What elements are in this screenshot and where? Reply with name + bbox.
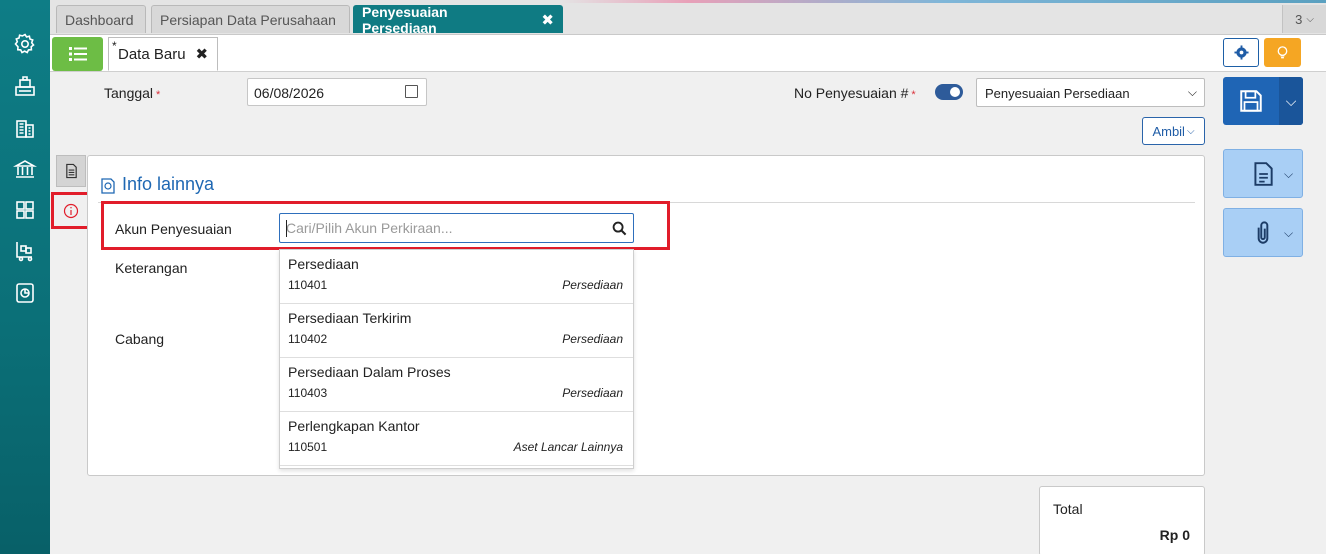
panel-title: Info lainnya	[100, 174, 214, 195]
account-category: Persediaan	[562, 332, 623, 346]
document-icon	[65, 163, 77, 179]
tab-label: Data Baru	[118, 45, 186, 63]
ambil-button[interactable]: Ambil ⌵	[1142, 117, 1205, 145]
account-category: Persediaan	[562, 386, 623, 400]
tab-count-value: 3	[1295, 11, 1303, 27]
total-box: Total Rp 0	[1039, 486, 1205, 554]
top-accent-bar	[50, 0, 1326, 3]
list-item[interactable]: Persediaan 110401 Persediaan	[280, 250, 633, 304]
calendar-icon[interactable]	[405, 85, 418, 98]
list-icon	[68, 47, 87, 61]
info-tab-highlight	[51, 192, 91, 229]
tab-label: Dashboard	[65, 11, 134, 28]
tab-count-dropdown[interactable]: 3 ⌵	[1282, 5, 1326, 33]
chevron-down-icon: ⌵	[1285, 92, 1297, 109]
list-item[interactable]: Persediaan Terkirim 110402 Persediaan	[280, 304, 633, 358]
required-marker: *	[156, 89, 161, 101]
tips-button[interactable]	[1264, 38, 1301, 67]
cashier-icon[interactable]	[11, 72, 39, 100]
tanggal-label: Tanggal *	[104, 85, 160, 101]
account-name: Persediaan Dalam Proses	[288, 364, 451, 380]
close-icon[interactable]: ✖	[196, 45, 209, 63]
document-button[interactable]: ⌵	[1223, 149, 1303, 198]
no-penyesuaian-label-text: No Penyesuaian #	[794, 85, 909, 101]
attachment-button[interactable]: ⌵	[1223, 208, 1303, 257]
report-icon[interactable]	[11, 279, 39, 307]
tab-penyesuaian-persediaan[interactable]: Penyesuaian Persediaan ✖	[353, 3, 563, 36]
tab-dashboard[interactable]: Dashboard	[56, 5, 146, 33]
building-icon[interactable]	[11, 114, 39, 142]
total-label: Total	[1053, 501, 1083, 517]
cabang-label: Cabang	[115, 331, 165, 347]
tab-label: Persiapan Data Perusahaan	[160, 11, 336, 28]
list-button[interactable]	[52, 37, 103, 71]
akun-field-highlight	[101, 201, 670, 250]
inventory-icon[interactable]	[11, 196, 39, 224]
paperclip-icon	[1257, 221, 1269, 244]
account-code: 110401	[288, 278, 328, 292]
save-button[interactable]: ⌵	[1223, 77, 1303, 125]
form-info-icon	[101, 177, 115, 194]
list-item[interactable]: Persediaan Dalam Proses 110403 Persediaa…	[280, 358, 633, 412]
type-select[interactable]: Penyesuaian Persediaan ⌵	[976, 78, 1205, 107]
save-options-button[interactable]: ⌵	[1279, 77, 1303, 125]
chevron-down-icon: ⌵	[1284, 226, 1294, 240]
lightbulb-icon	[1277, 46, 1288, 59]
account-category: Persediaan	[562, 278, 623, 292]
account-name: Perlengkapan Kantor	[288, 418, 420, 434]
chevron-down-icon: ⌵	[1284, 167, 1294, 181]
unsaved-marker: *	[112, 39, 117, 53]
bank-icon[interactable]	[11, 155, 39, 183]
tanggal-label-text: Tanggal	[104, 85, 154, 101]
account-name: Persediaan Terkirim	[288, 310, 412, 326]
akun-dropdown-list: Persediaan 110401 Persediaan Persediaan …	[279, 249, 634, 469]
account-code: 110402	[288, 332, 328, 346]
tab-persiapan-data[interactable]: Persiapan Data Perusahaan	[151, 5, 350, 33]
account-code: 110403	[288, 386, 328, 400]
close-icon[interactable]: ✖	[541, 11, 554, 29]
settings-icon[interactable]	[11, 30, 39, 58]
tanggal-value: 06/08/2026	[254, 85, 325, 101]
chevron-down-icon: ⌵	[1306, 13, 1314, 25]
account-category: Aset Lancar Lainnya	[513, 440, 623, 454]
cart-icon[interactable]	[11, 237, 39, 265]
document-icon	[1254, 162, 1273, 186]
auto-number-toggle[interactable]	[935, 84, 963, 100]
total-value: Rp 0	[1159, 527, 1190, 543]
tab-label: Penyesuaian Persediaan	[362, 3, 448, 36]
chevron-down-icon: ⌵	[1186, 125, 1195, 137]
account-code: 110501	[288, 440, 328, 454]
panel-title-text: Info lainnya	[122, 174, 215, 194]
keterangan-label: Keterangan	[115, 260, 188, 276]
settings-button[interactable]	[1223, 38, 1259, 67]
required-marker: *	[911, 89, 916, 101]
document-tab-bar	[50, 35, 1326, 72]
account-name: Persediaan	[288, 256, 359, 272]
save-icon	[1240, 90, 1262, 112]
left-sidebar	[0, 0, 50, 554]
tab-data-baru[interactable]: * Data Baru ✖	[108, 37, 218, 71]
chevron-down-icon: ⌵	[1187, 85, 1197, 99]
list-item[interactable]: Perlengkapan Kantor 110501 Aset Lancar L…	[280, 412, 633, 466]
type-select-value: Penyesuaian Persediaan	[985, 86, 1130, 101]
gear-icon	[1233, 45, 1249, 60]
ambil-label: Ambil	[1152, 123, 1185, 139]
no-penyesuaian-label: No Penyesuaian # *	[794, 85, 916, 101]
detail-tab[interactable]	[56, 155, 86, 187]
tanggal-date-input[interactable]: 06/08/2026	[247, 78, 427, 106]
